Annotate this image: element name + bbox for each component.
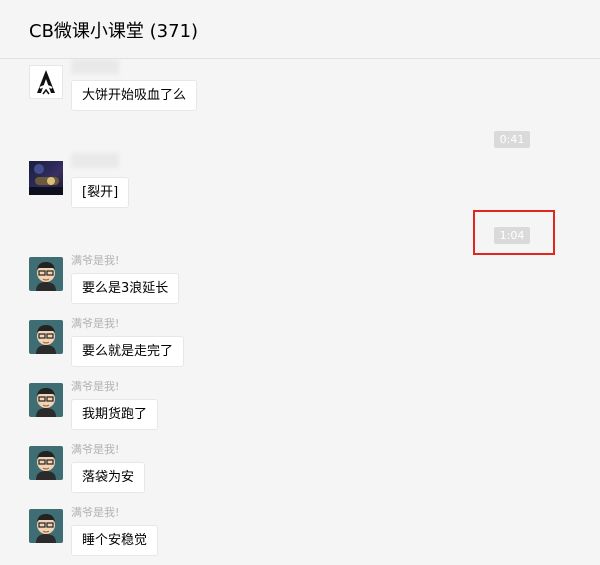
sender-nickname: 满爷是我! [71, 317, 120, 330]
message-bubble[interactable]: 睡个安稳觉 [71, 525, 159, 556]
message-bubble[interactable]: 要么是3浪延长 [71, 273, 180, 304]
message-bubble[interactable]: 落袋为安 [71, 462, 146, 493]
sender-nickname: 满爷是我! [71, 506, 120, 519]
nickname-blurred [71, 153, 119, 168]
message-bubble[interactable]: 我期货跑了 [71, 399, 159, 430]
message-bubble[interactable]: 大饼开始吸血了么 [71, 80, 198, 111]
cartoon-avatar-icon[interactable] [29, 383, 63, 417]
chat-title[interactable]: CB微课小课堂 (371) [29, 20, 198, 44]
nickname-blurred [71, 59, 119, 74]
cartoon-avatar-icon[interactable] [29, 320, 63, 354]
message-bubble[interactable]: 要么就是走完了 [71, 336, 185, 367]
chat-header: CB微课小课堂 (371) [0, 0, 600, 59]
sender-nickname: 满爷是我! [71, 380, 120, 393]
message-bubble[interactable]: [裂开] [71, 177, 130, 208]
cartoon-avatar-icon[interactable] [29, 257, 63, 291]
timestamp-badge: 0:41 [494, 131, 530, 148]
cartoon-avatar-icon[interactable] [29, 446, 63, 480]
sender-nickname: 满爷是我! [71, 443, 120, 456]
assassin-logo-icon[interactable] [29, 65, 63, 99]
sender-nickname: 满爷是我! [71, 254, 120, 267]
photo-avatar-icon[interactable] [29, 161, 63, 195]
highlight-box [473, 210, 555, 255]
message-list[interactable]: 大饼开始吸血了么 0:41 [裂开] 1:04 满爷是我! 要么是3浪延长 满爷… [0, 59, 600, 565]
cartoon-avatar-icon[interactable] [29, 509, 63, 543]
